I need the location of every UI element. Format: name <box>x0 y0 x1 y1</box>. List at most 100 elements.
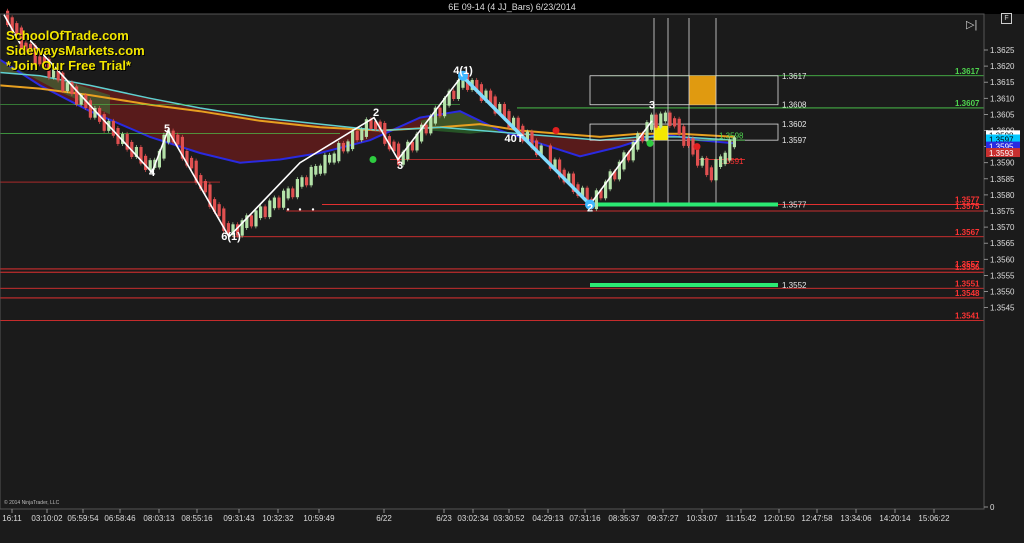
swing-label-3: 2 <box>373 107 379 119</box>
x-tick-label-16: 09:37:27 <box>647 514 679 523</box>
up-bar <box>723 152 727 165</box>
up-bar <box>272 197 276 209</box>
dotted-marker-0 <box>286 208 290 211</box>
swing-label-1: 4 <box>149 167 156 179</box>
down-bar <box>249 215 253 227</box>
f-settings-icon[interactable]: F <box>1001 13 1012 24</box>
watermark-line-1: SchoolOfTrade.com <box>6 28 129 43</box>
down-bar <box>673 118 677 127</box>
x-tick-label-10: 6/23 <box>436 514 452 523</box>
up-bar <box>700 157 704 166</box>
price-axis: 1.36251.36201.36151.36101.36051.36001.35… <box>0 13 1020 512</box>
y-tick-label-15: 1.3550 <box>990 288 1015 297</box>
chart-window: 6E 09-14 (4 JJ_Bars) 6/23/2014 1.3617 1.3… <box>0 0 1024 543</box>
box-price-label-5: 1.3552 <box>782 281 807 290</box>
up-bar <box>295 179 299 198</box>
level-label-3: 1.3575 <box>955 202 980 211</box>
y-tick-label-4: 1.3605 <box>990 110 1015 119</box>
up-bar <box>608 171 612 190</box>
box-price-label-1: 1.3608 <box>782 101 807 110</box>
up-bar <box>346 141 350 152</box>
watermark-line-2: SidewaysMarkets.com <box>6 43 145 58</box>
dotted-marker-1 <box>298 208 302 211</box>
up-bar <box>254 210 258 227</box>
up-bar <box>337 142 341 162</box>
y-tick-label-8: 1.3585 <box>990 175 1015 184</box>
down-bar <box>355 131 359 141</box>
down-bar <box>203 181 207 193</box>
up-bar <box>714 159 718 181</box>
down-bar <box>88 100 92 118</box>
level-label-0: 1.3617 <box>955 67 980 76</box>
x-tick-label-19: 12:01:50 <box>763 514 795 523</box>
level-label-1: 1.3607 <box>955 99 980 108</box>
down-bar <box>705 157 709 176</box>
red-signal-dot-2 <box>693 143 701 151</box>
x-tick-label-12: 03:30:52 <box>493 514 525 523</box>
price-chart[interactable]: 1.36171.36071.35771.35751.35671.35571.35… <box>0 0 1024 543</box>
x-tick-label-18: 11:15:42 <box>726 514 757 523</box>
moving-average-bands <box>0 58 736 164</box>
up-bar <box>309 166 313 186</box>
up-bar <box>300 177 304 187</box>
y-tick-label-12: 1.3565 <box>990 239 1015 248</box>
x-tick-label-0: 16:11 <box>2 514 22 523</box>
y-tick-label-16: 1.3545 <box>990 304 1015 313</box>
y-tick-label-11: 1.3570 <box>990 223 1015 232</box>
swing-label-6: 40T <box>505 133 524 145</box>
x-tick-label-11: 03:02:34 <box>457 514 489 523</box>
up-bar <box>728 139 732 161</box>
play-end-icon[interactable]: ▷| <box>966 18 977 31</box>
down-bar <box>190 157 194 169</box>
up-bar <box>314 166 318 175</box>
up-bar <box>282 190 286 208</box>
swing-label-8: 3 <box>649 100 655 112</box>
y-tick-label-10: 1.3575 <box>990 207 1015 216</box>
swing-label-4: 3 <box>397 160 403 172</box>
x-tick-label-23: 15:06:22 <box>918 514 950 523</box>
x-tick-label-17: 10:33:07 <box>686 514 718 523</box>
marker-price-label-0: 1.3598 <box>719 131 744 140</box>
x-tick-label-5: 08:55:16 <box>181 514 213 523</box>
down-bar <box>263 206 267 218</box>
marker-price-label-1: 1.3591 <box>719 157 744 166</box>
x-tick-label-3: 06:58:46 <box>104 514 136 523</box>
box-price-label-3: 1.3597 <box>782 136 807 145</box>
green-signal-dot-1 <box>369 155 377 163</box>
box-price-label-0: 1.3617 <box>782 72 807 81</box>
up-bar <box>719 156 723 167</box>
y-tick-label-17: 0 <box>990 503 995 512</box>
ma-cloud-fill <box>0 59 735 163</box>
red-signal-dot-1 <box>552 127 560 134</box>
y-tick-label-1: 1.3620 <box>990 62 1015 71</box>
down-bar <box>686 138 690 147</box>
y-tick-label-2: 1.3615 <box>990 78 1015 87</box>
up-bar <box>286 188 290 199</box>
x-tick-label-4: 08:03:13 <box>143 514 175 523</box>
down-bar <box>277 197 281 208</box>
x-tick-label-6: 09:31:43 <box>223 514 255 523</box>
swing-label-5: 4(1) <box>453 65 473 77</box>
down-bar <box>217 204 221 217</box>
plot-frame <box>0 13 985 510</box>
down-bar <box>438 107 442 117</box>
x-tick-label-9: 6/22 <box>376 514 392 523</box>
down-bar <box>452 90 456 99</box>
watermark-line-3: *Join Our Free Trial* <box>6 58 131 73</box>
up-bar <box>65 82 69 92</box>
swing-label-7: 2 <box>587 203 593 215</box>
down-bar <box>668 112 672 126</box>
x-tick-label-13: 04:29:13 <box>532 514 564 523</box>
box-price-label-2: 1.3602 <box>782 120 807 129</box>
copyright-text: © 2014 NinjaTrader, LLC <box>4 500 60 506</box>
level-label-9: 1.3541 <box>955 311 980 320</box>
level-label-8: 1.3548 <box>955 289 980 298</box>
price-flag-label-3: 1.3593 <box>989 149 1014 158</box>
x-tick-label-1: 03:10:02 <box>31 514 63 523</box>
up-bar <box>268 200 272 218</box>
x-tick-label-21: 13:34:06 <box>840 514 872 523</box>
up-bar <box>259 206 263 219</box>
x-tick-label-22: 14:20:14 <box>879 514 911 523</box>
x-tick-label-2: 05:59:54 <box>67 514 99 523</box>
up-bar <box>328 154 332 163</box>
